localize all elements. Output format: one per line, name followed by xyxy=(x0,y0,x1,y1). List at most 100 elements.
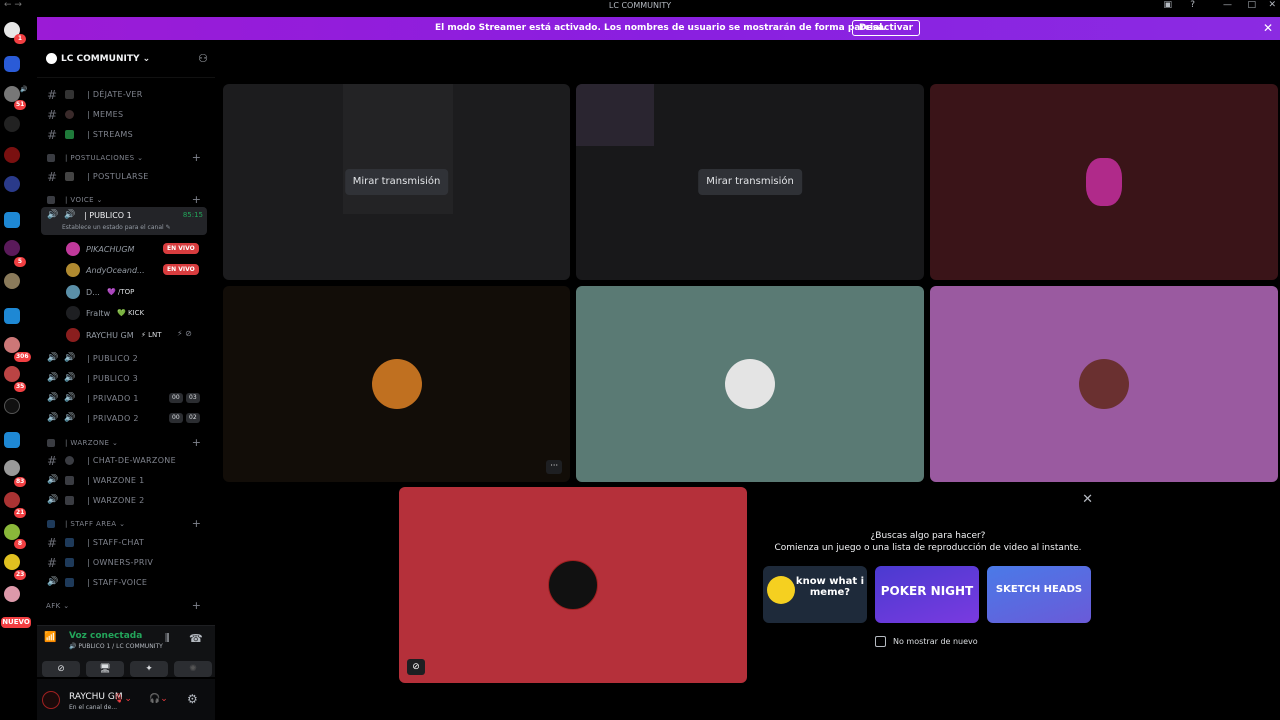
voice-connected-label[interactable]: Voz conectada xyxy=(69,631,142,641)
channel-memes[interactable]: # | MEMES xyxy=(41,106,209,124)
deactivate-button[interactable]: Desactivar xyxy=(852,20,921,36)
dont-show-again-checkbox[interactable] xyxy=(875,636,886,647)
close-icon[interactable]: ✕ xyxy=(1263,21,1273,35)
server-icon[interactable] xyxy=(4,56,20,72)
voice-user[interactable]: D... 💜 /TOP xyxy=(41,282,209,302)
voice-channel-warzone-2[interactable]: 🔊 | WARZONE 2 xyxy=(41,492,209,510)
category-staff-area[interactable]: | STAFF AREA ⌄ + xyxy=(41,517,209,531)
stream-tile[interactable]: Mirar transmisión xyxy=(576,84,924,280)
channel-staff-chat[interactable]: # | STAFF-CHAT xyxy=(41,534,209,552)
guild-header[interactable]: LC COMMUNITY ⌄ ⚇ xyxy=(37,40,215,78)
camera-off-icon[interactable]: ⊘ xyxy=(407,659,425,675)
folder-icon[interactable] xyxy=(4,308,20,324)
voice-location[interactable]: 🔊 PUBLICO 1 / LC COMMUNITY xyxy=(69,643,163,650)
minimize-button[interactable]: — xyxy=(1223,0,1232,10)
channel-status[interactable]: Establece un estado para el canal ✎ xyxy=(62,224,171,231)
self-tile[interactable]: ⊘ xyxy=(399,487,747,683)
avatar[interactable] xyxy=(42,691,60,709)
voice-user[interactable]: RAYCHU GM ⚡ LNT ⚡ ⊘ xyxy=(41,325,209,345)
close-icon[interactable]: ✕ xyxy=(1082,492,1093,507)
help-icon[interactable]: ? xyxy=(1190,0,1195,10)
user-tile[interactable] xyxy=(930,84,1278,280)
activity-card-sketch-heads[interactable]: SKETCH HEADS xyxy=(987,566,1091,623)
voice-channel-publico-1[interactable]: 🔊 🔊 | PUBLICO 1 85:15 Establece un estad… xyxy=(41,207,207,235)
channel-emoji xyxy=(65,110,74,119)
category-postulaciones[interactable]: | POSTULACIONES ⌄ + xyxy=(41,151,209,165)
speaker-icon: 🔊 xyxy=(47,373,59,383)
gear-icon[interactable]: ⚙ xyxy=(187,692,198,706)
folder-icon[interactable] xyxy=(4,212,20,228)
user-tile[interactable] xyxy=(930,286,1278,482)
add-channel-icon[interactable]: + xyxy=(192,517,201,530)
channel-chat-de-warzone[interactable]: # | CHAT-DE-WARZONE xyxy=(41,452,209,470)
server-icon[interactable] xyxy=(4,586,20,602)
channel-postularse[interactable]: # | POSTULARSE xyxy=(41,168,209,186)
activity-card-know-what-i-meme[interactable]: know what i meme? xyxy=(763,566,867,623)
voice-user[interactable]: Fraltw 💚 KICK xyxy=(41,303,209,323)
category-voice[interactable]: | VOICE ⌄ + xyxy=(41,193,209,207)
user-tile[interactable]: ··· xyxy=(223,286,570,482)
user-count: 00 xyxy=(169,393,183,403)
activities-button[interactable]: ✦ xyxy=(130,661,168,677)
camera-off-button[interactable]: ⊘ xyxy=(42,661,80,677)
channel-emoji xyxy=(65,538,74,547)
screen-share-button[interactable]: 🖥 xyxy=(86,661,124,677)
speaker-icon: 🔊 xyxy=(64,393,76,403)
server-icon[interactable] xyxy=(4,460,20,476)
maximize-button[interactable]: □ xyxy=(1247,0,1256,10)
server-icon[interactable] xyxy=(4,492,20,508)
server-icon[interactable] xyxy=(4,398,20,414)
channel-owners-priv[interactable]: # | OWNERS-PRIV xyxy=(41,554,209,572)
voice-channel-staff-voice[interactable]: 🔊 | STAFF-VOICE xyxy=(41,574,209,592)
server-icon[interactable] xyxy=(4,176,20,192)
speaker-icon: 🔊 xyxy=(64,353,76,363)
add-channel-icon[interactable]: + xyxy=(192,151,201,164)
notification-badge: 83 xyxy=(14,477,27,487)
deafened-icon[interactable]: 🎧⌄ xyxy=(149,694,168,704)
channel-streams[interactable]: # | STREAMS xyxy=(41,126,209,144)
voice-user[interactable]: PIKACHUGM EN VIVO xyxy=(41,239,209,259)
folder-icon[interactable] xyxy=(4,432,20,448)
voice-user[interactable]: AndyOceand... EN VIVO xyxy=(41,260,209,280)
user-tile[interactable] xyxy=(576,286,924,482)
user-status: 💜 /TOP xyxy=(107,288,135,296)
mic-muted-icon[interactable]: 🎙⌄ xyxy=(113,694,132,704)
channel-emoji xyxy=(65,476,74,485)
server-icon[interactable] xyxy=(4,116,20,132)
user-count: 00 xyxy=(169,413,183,423)
close-window-button[interactable]: ✕ xyxy=(1268,0,1276,10)
speaker-icon: 🔊 xyxy=(47,210,59,220)
voice-channel-publico-2[interactable]: 🔊 🔊 | PUBLICO 2 xyxy=(41,350,209,368)
watch-stream-button[interactable]: Mirar transmisión xyxy=(698,169,802,195)
guild-name[interactable]: LC COMMUNITY ⌄ xyxy=(61,54,150,64)
inbox-icon[interactable]: ▣ xyxy=(1163,0,1172,10)
add-channel-icon[interactable]: + xyxy=(192,436,201,449)
watch-stream-button[interactable]: Mirar transmisión xyxy=(344,169,449,195)
channel-dejate-ver[interactable]: # | DÉJATE-VER xyxy=(41,86,209,104)
server-icon[interactable] xyxy=(4,366,20,382)
noise-suppression-icon[interactable]: ⫼ xyxy=(165,633,170,644)
signal-icon[interactable]: 📶 xyxy=(44,632,56,643)
voice-channel-privado-2[interactable]: 🔊 🔊 | PRIVADO 2 00 02 xyxy=(41,410,209,428)
dont-show-again-label[interactable]: No mostrar de nuevo xyxy=(893,637,978,646)
server-icon[interactable] xyxy=(4,147,20,163)
more-options-button[interactable]: ··· xyxy=(546,460,562,474)
activity-suggestion-panel: ✕ ¿Buscas algo para hacer? Comienza un j… xyxy=(755,487,1101,682)
server-icon[interactable] xyxy=(4,273,20,289)
soundboard-button[interactable]: ✺ xyxy=(174,661,212,677)
voice-channel-privado-1[interactable]: 🔊 🔊 | PRIVADO 1 00 03 xyxy=(41,390,209,408)
category-warzone[interactable]: | WARZONE ⌄ + xyxy=(41,436,209,450)
add-channel-icon[interactable]: + xyxy=(192,193,201,206)
category-afk[interactable]: AFK ⌄ + xyxy=(41,599,209,613)
voice-channel-warzone-1[interactable]: 🔊 | WARZONE 1 xyxy=(41,472,209,490)
activity-card-poker-night[interactable]: POKER NIGHT xyxy=(875,566,979,623)
invite-icon[interactable]: ⚇ xyxy=(198,52,208,65)
voice-channel-publico-3[interactable]: 🔊 🔊 | PUBLICO 3 xyxy=(41,370,209,388)
stream-tile[interactable]: Mirar transmisión xyxy=(223,84,570,280)
server-icon[interactable] xyxy=(4,240,20,256)
disconnect-icon[interactable]: ☎ xyxy=(189,632,203,645)
server-icon[interactable] xyxy=(4,554,20,570)
server-icon[interactable] xyxy=(4,337,20,353)
server-icon[interactable] xyxy=(4,524,20,540)
add-channel-icon[interactable]: + xyxy=(192,599,201,612)
